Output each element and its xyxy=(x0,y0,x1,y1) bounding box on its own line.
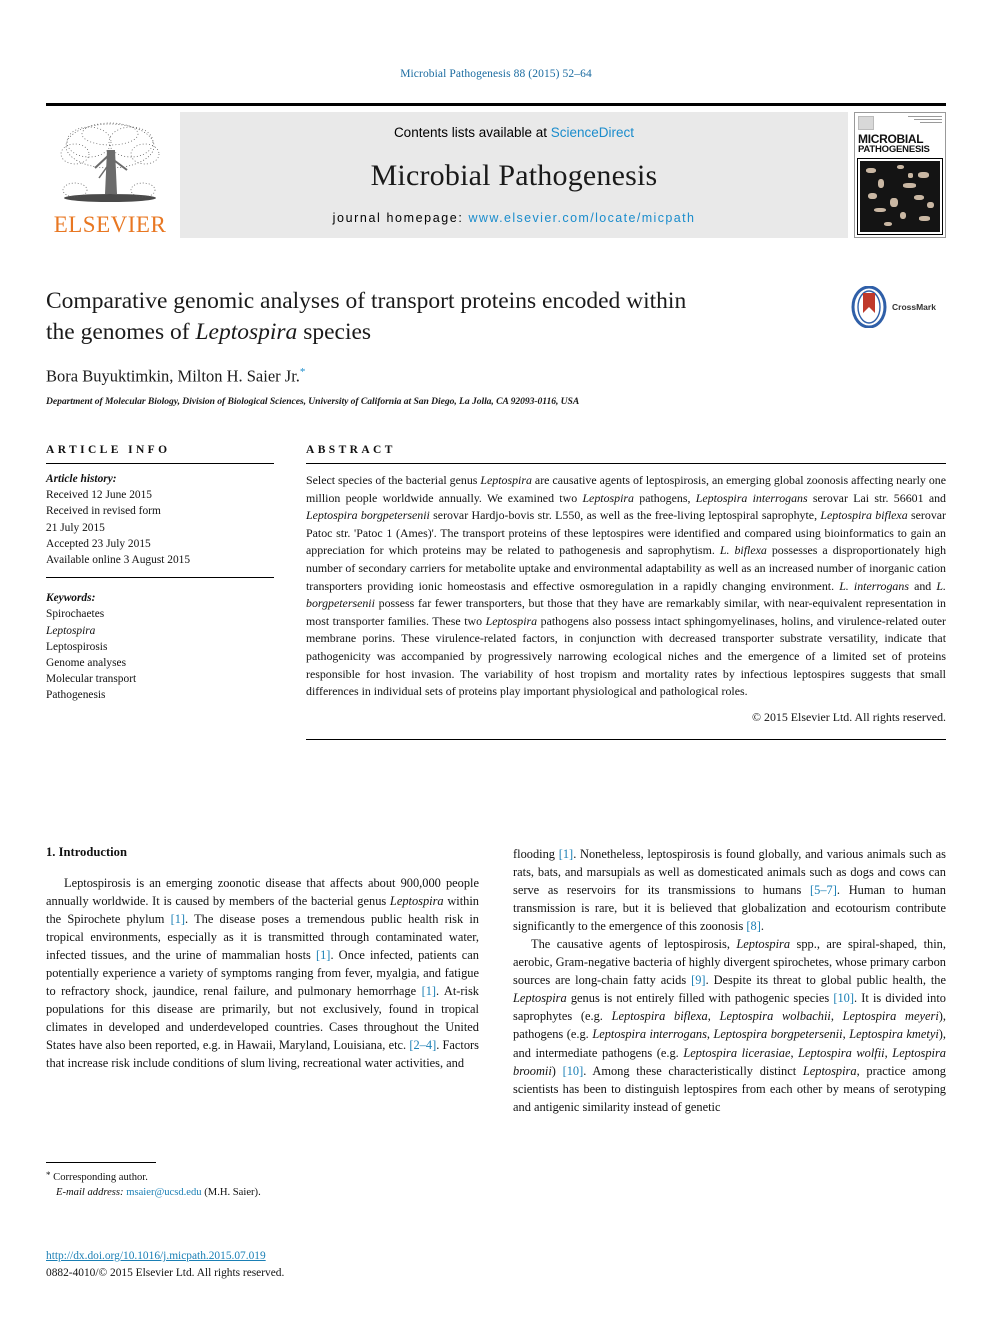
cover-publisher-icon xyxy=(858,116,874,130)
crossmark-icon xyxy=(851,286,887,328)
footer-doi-block: http://dx.doi.org/10.1016/j.micpath.2015… xyxy=(46,1248,646,1281)
elsevier-wordmark: ELSEVIER xyxy=(53,212,167,237)
abstract-text: Select species of the bacterial genus Le… xyxy=(306,473,947,699)
sciencedirect-link[interactable]: ScienceDirect xyxy=(551,125,634,140)
intro-paragraph-left: Leptospirosis is an emerging zoonotic di… xyxy=(46,876,480,1071)
keyword-item: Leptospira xyxy=(46,624,96,637)
cover-title: MICROBIAL PATHOGENESIS xyxy=(858,133,942,155)
info-abstract-region: ARTICLE INFO Article history: Received 1… xyxy=(46,444,946,740)
issn-copyright-line: 0882-4010/© 2015 Elsevier Ltd. All right… xyxy=(46,1266,285,1279)
title-block: Comparative genomic analyses of transpor… xyxy=(46,286,946,407)
title-genus-italic: Leptospira xyxy=(195,319,298,346)
cover-topbar xyxy=(858,116,942,130)
footnote-divider xyxy=(46,1162,156,1163)
email-owner: (M.H. Saier). xyxy=(204,1187,261,1199)
author-names: Bora Buyuktimkin, Milton H. Saier Jr. xyxy=(46,366,300,386)
title-line-1: Comparative genomic analyses of transpor… xyxy=(46,288,687,314)
doi-link[interactable]: http://dx.doi.org/10.1016/j.micpath.2015… xyxy=(46,1248,646,1265)
intro-paragraph-right-1: flooding [1]. Nonetheless, leptospirosis… xyxy=(513,847,947,934)
title-line-2-prefix: the genomes of xyxy=(46,319,196,346)
crossmark-badge[interactable]: CrossMark xyxy=(850,286,946,328)
article-info-column: ARTICLE INFO Article history: Received 1… xyxy=(46,444,274,740)
abstract-divider xyxy=(306,463,946,464)
history-item: 21 July 2015 xyxy=(46,521,105,534)
contents-list-line: Contents lists available at ScienceDirec… xyxy=(394,125,634,140)
intro-paragraph-right-2: The causative agents of leptospirosis, L… xyxy=(513,937,947,1114)
title-line-2-suffix: species xyxy=(297,319,372,346)
corresponding-author-footnote: * Corresponding author. E-mail address: … xyxy=(46,1162,479,1201)
keyword-item: Genome analyses xyxy=(46,656,127,669)
keyword-item: Spirochaetes xyxy=(46,608,105,621)
footnote-body: * Corresponding author. E-mail address: … xyxy=(46,1169,479,1201)
journal-homepage-line: journal homepage: www.elsevier.com/locat… xyxy=(333,211,696,225)
history-item: Received in revised form xyxy=(46,505,161,518)
page-title: Comparative genomic analyses of transpor… xyxy=(46,286,806,348)
keyword-item: Pathogenesis xyxy=(46,689,106,702)
history-item: Available online 3 August 2015 xyxy=(46,553,191,566)
article-page: Microbial Pathogenesis 88 (2015) 52–64 E… xyxy=(0,0,992,1323)
elsevier-tree-icon xyxy=(60,122,160,202)
keywords-block: Keywords: Spirochaetes Leptospira Leptos… xyxy=(46,590,274,703)
journal-cover-thumbnail: MICROBIAL PATHOGENESIS xyxy=(854,112,946,238)
footnote-email-line: E-mail address: msaier@ucsd.edu (M.H. Sa… xyxy=(46,1185,479,1200)
abstract-heading: ABSTRACT xyxy=(306,444,396,456)
article-info-divider xyxy=(46,463,274,464)
journal-masthead: ELSEVIER Contents lists available at Sci… xyxy=(46,103,946,240)
email-address-label: E-mail address: xyxy=(56,1187,124,1199)
article-history-label: Article history: xyxy=(46,473,117,485)
history-item: Received 12 June 2015 xyxy=(46,489,152,502)
journal-banner: Contents lists available at ScienceDirec… xyxy=(180,112,848,238)
cover-micrograph-image xyxy=(857,157,943,235)
keyword-item: Leptospirosis xyxy=(46,640,108,653)
crossmark-label: CrossMark xyxy=(892,302,936,312)
corresponding-author-marker: * xyxy=(299,366,306,379)
body-left-column: 1. Introduction Leptospirosis is an emer… xyxy=(46,845,479,1116)
homepage-url-link[interactable]: www.elsevier.com/locate/micpath xyxy=(469,211,696,225)
email-address-link[interactable]: msaier@ucsd.edu xyxy=(126,1187,201,1198)
homepage-prefix: journal homepage: xyxy=(332,211,469,225)
abstract-column: ABSTRACT Select species of the bacterial… xyxy=(306,444,946,740)
footnote-corresponding-line: * Corresponding author. xyxy=(46,1169,479,1185)
keywords-divider xyxy=(46,577,274,579)
body-region: 1. Introduction Leptospirosis is an emer… xyxy=(46,845,946,1116)
copyright-line: © 2015 Elsevier Ltd. All rights reserved… xyxy=(752,709,946,724)
body-right-column: flooding [1]. Nonetheless, leptospirosis… xyxy=(513,845,946,1116)
author-list: Bora Buyuktimkin, Milton H. Saier Jr.* xyxy=(46,366,946,387)
abstract-bottom-divider xyxy=(306,738,946,740)
article-info-heading: ARTICLE INFO xyxy=(46,444,171,456)
keyword-item: Molecular transport xyxy=(46,673,137,686)
article-history: Article history: Received 12 June 2015 R… xyxy=(46,471,274,568)
keywords-label: Keywords: xyxy=(46,592,96,605)
asterisk-icon: * xyxy=(46,1170,51,1180)
journal-title: Microbial Pathogenesis xyxy=(370,158,658,192)
section-heading-introduction: 1. Introduction xyxy=(46,845,127,859)
history-item: Accepted 23 July 2015 xyxy=(46,537,151,550)
corresponding-author-text: Corresponding author. xyxy=(53,1172,148,1183)
cover-masthead-lines xyxy=(908,116,942,124)
contents-prefix: Contents lists available at xyxy=(393,125,551,140)
elsevier-logo: ELSEVIER xyxy=(46,112,174,238)
author-affiliation: Department of Molecular Biology, Divisio… xyxy=(46,395,580,407)
running-head: Microbial Pathogenesis 88 (2015) 52–64 xyxy=(400,68,592,80)
cover-title-line2: PATHOGENESIS xyxy=(858,144,930,155)
